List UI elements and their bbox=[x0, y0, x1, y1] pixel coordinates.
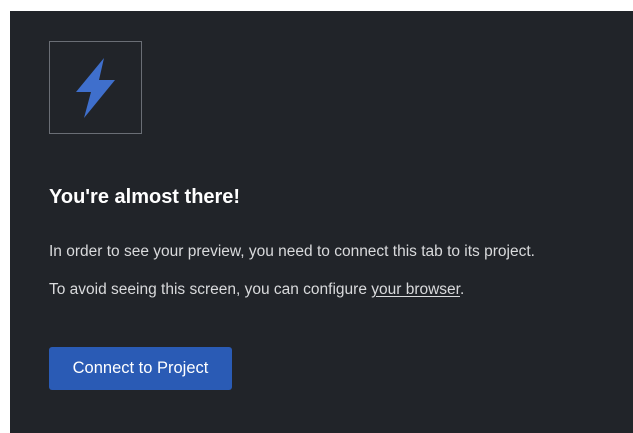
preview-instruction-text: In order to see your preview, you need t… bbox=[49, 243, 535, 260]
browser-config-suffix: . bbox=[459, 281, 465, 298]
connect-prompt-panel: You're almost there! In order to see you… bbox=[10, 11, 633, 433]
lightning-bolt-icon bbox=[75, 57, 115, 118]
browser-config-text: To avoid seeing this screen, you can con… bbox=[49, 279, 464, 301]
logo-box bbox=[49, 41, 142, 134]
browser-config-prefix: To avoid seeing this screen, you can con… bbox=[49, 281, 372, 298]
your-browser-link[interactable]: your browser bbox=[371, 281, 460, 298]
connect-to-project-button[interactable]: Connect to Project bbox=[49, 347, 232, 390]
page-title: You're almost there! bbox=[49, 186, 241, 208]
